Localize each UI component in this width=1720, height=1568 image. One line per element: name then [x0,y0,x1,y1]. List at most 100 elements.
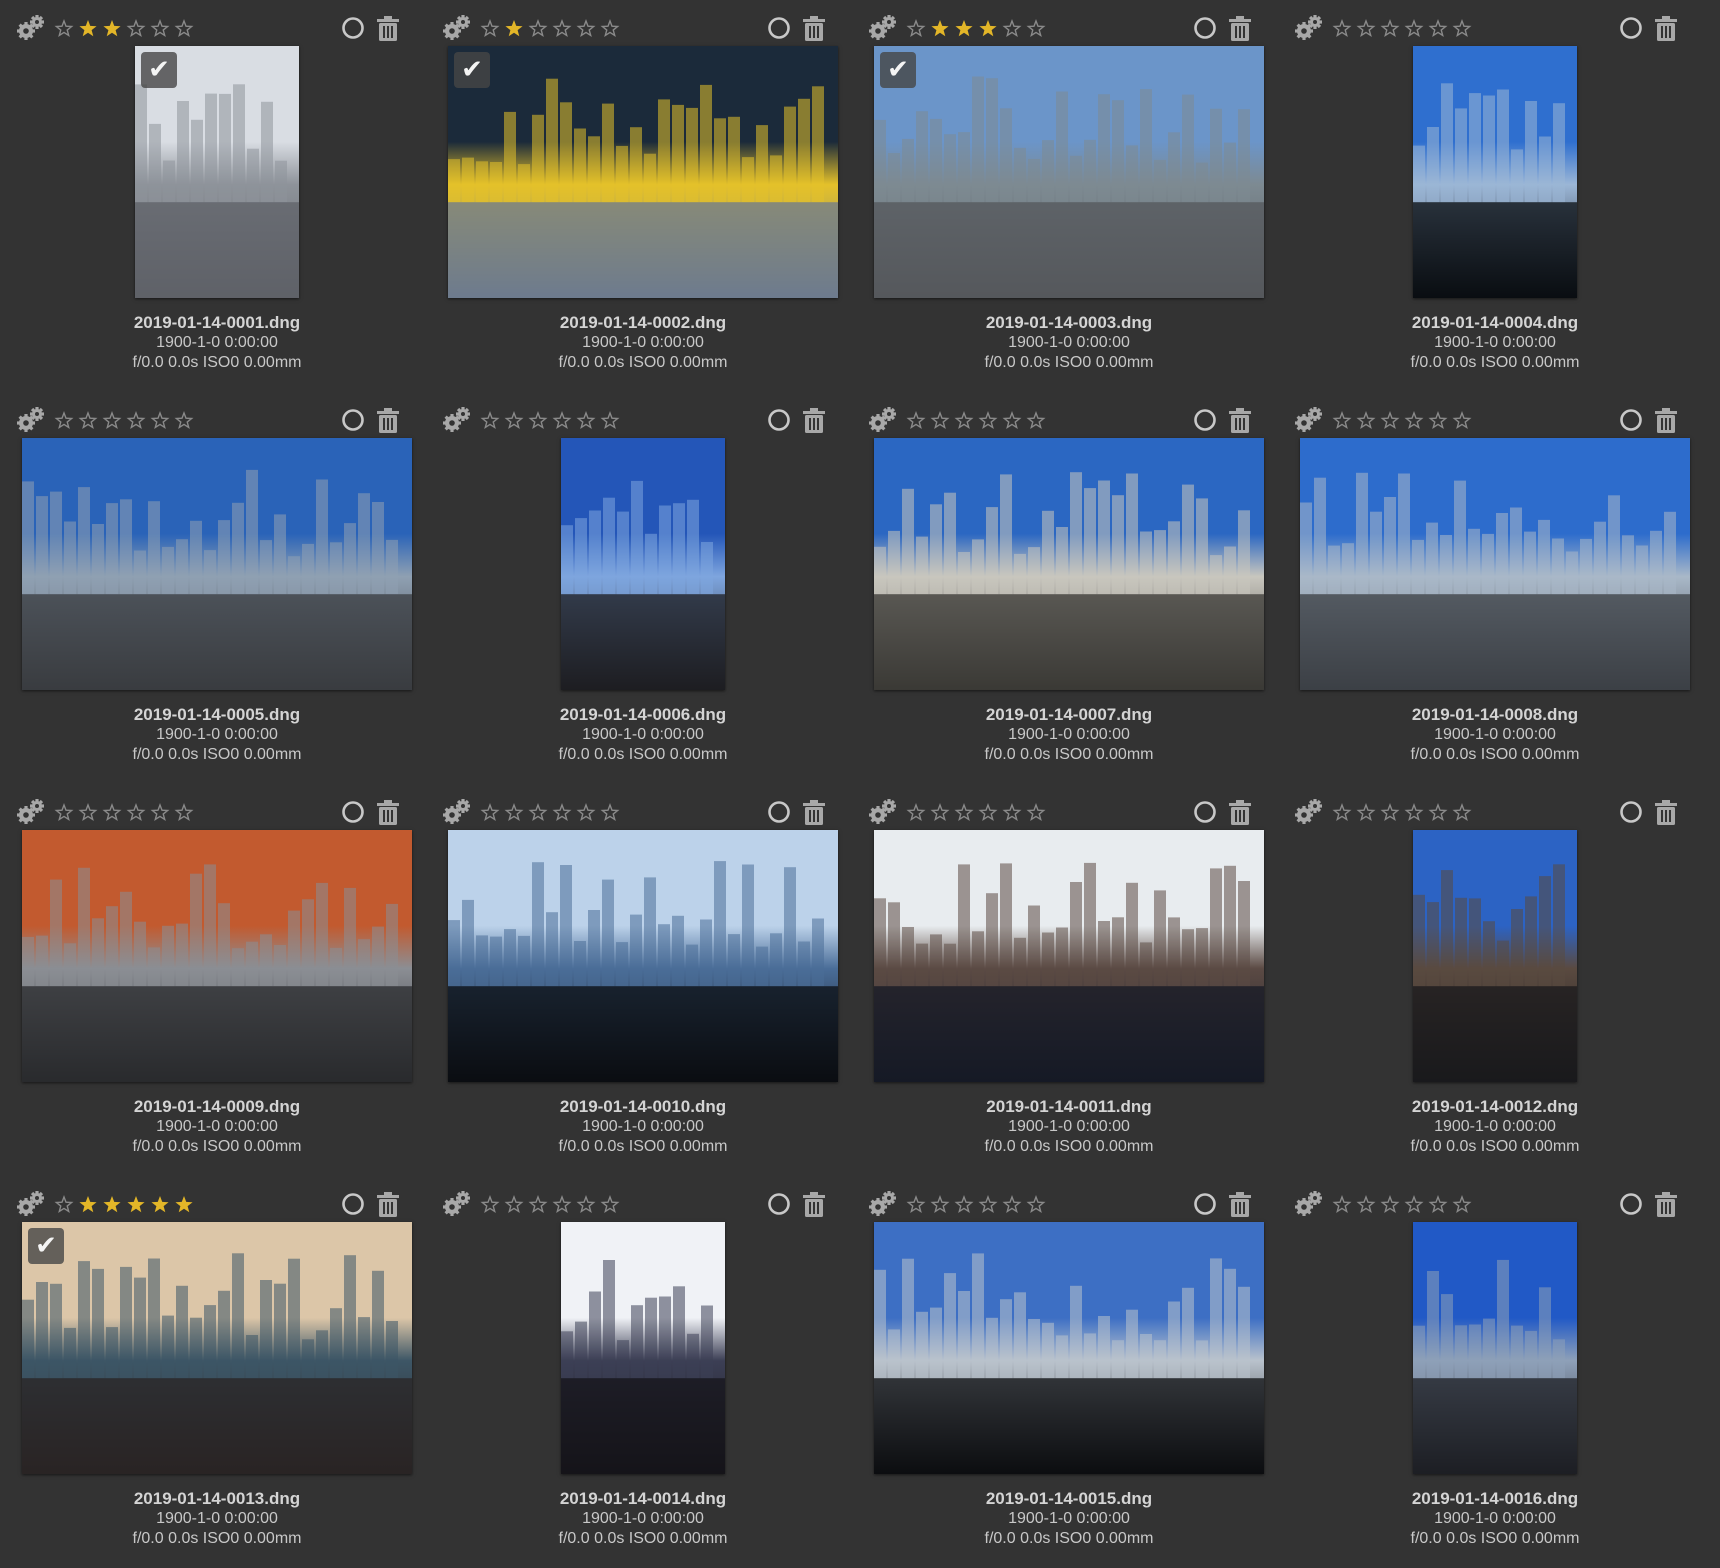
reject-circle-icon[interactable] [1193,800,1217,824]
star-rating[interactable] [52,1192,196,1216]
trash-icon[interactable] [376,14,400,42]
star-icon[interactable] [76,1192,100,1216]
star-icon[interactable] [1354,1192,1378,1216]
gear-icon[interactable] [16,1190,46,1218]
star-icon[interactable] [574,16,598,40]
gear-icon[interactable] [1294,14,1324,42]
gear-icon[interactable] [16,406,46,434]
photo-cell[interactable]: 2019-01-14-0004.dng 1900-1-0 0:00:00 f/0.0… [1282,0,1708,392]
photo-thumbnail[interactable]: ✔ [22,1222,412,1474]
photo-cell[interactable]: 2019-01-14-0011.dng 1900-1-0 0:00:00 f/0.0… [856,784,1282,1176]
checkmark-icon[interactable]: ✔ [141,52,177,88]
gear-icon[interactable] [1294,1190,1324,1218]
star-icon[interactable] [52,1192,76,1216]
star-icon[interactable] [976,800,1000,824]
trash-icon[interactable] [1228,14,1252,42]
reject-circle-icon[interactable] [767,408,791,432]
star-rating[interactable] [52,800,196,824]
trash-icon[interactable] [1228,1190,1252,1218]
photo-cell[interactable]: ✔ 2019-01-14-0001.dng 1900-1-0 0:00:00 f/0.… [4,0,430,392]
gear-icon[interactable] [868,406,898,434]
photo-cell[interactable]: 2019-01-14-0007.dng 1900-1-0 0:00:00 f/0.0… [856,392,1282,784]
star-icon[interactable] [478,408,502,432]
photo-thumbnail[interactable] [1300,438,1690,690]
trash-icon[interactable] [376,798,400,826]
photo-thumbnail[interactable] [448,830,838,1082]
star-icon[interactable] [952,1192,976,1216]
star-icon[interactable] [124,408,148,432]
star-icon[interactable] [1000,16,1024,40]
photo-thumbnail[interactable] [874,830,1264,1082]
photo-thumbnail[interactable] [561,438,725,690]
star-icon[interactable] [1024,800,1048,824]
photo-thumbnail[interactable]: ✔ [448,46,838,298]
trash-icon[interactable] [802,1190,826,1218]
star-rating[interactable] [478,1192,622,1216]
star-icon[interactable] [1402,800,1426,824]
star-icon[interactable] [976,1192,1000,1216]
star-icon[interactable] [1330,1192,1354,1216]
star-icon[interactable] [124,800,148,824]
reject-circle-icon[interactable] [1619,408,1643,432]
photo-cell[interactable]: 2019-01-14-0012.dng 1900-1-0 0:00:00 f/0.0… [1282,784,1708,1176]
photo-thumbnail[interactable] [561,1222,725,1474]
gear-icon[interactable] [1294,406,1324,434]
star-icon[interactable] [928,1192,952,1216]
star-rating[interactable] [52,16,196,40]
star-icon[interactable] [1024,16,1048,40]
star-icon[interactable] [1354,16,1378,40]
star-icon[interactable] [76,16,100,40]
star-icon[interactable] [904,408,928,432]
star-icon[interactable] [148,800,172,824]
star-icon[interactable] [1402,1192,1426,1216]
checkmark-icon[interactable]: ✔ [28,1228,64,1264]
star-icon[interactable] [598,1192,622,1216]
photo-thumbnail[interactable] [1413,1222,1577,1474]
star-icon[interactable] [550,16,574,40]
star-icon[interactable] [928,800,952,824]
star-icon[interactable] [100,1192,124,1216]
photo-thumbnail[interactable]: ✔ [874,46,1264,298]
trash-icon[interactable] [1228,406,1252,434]
star-icon[interactable] [124,16,148,40]
trash-icon[interactable] [802,406,826,434]
photo-cell[interactable]: ✔ 2019-01-14-0013.dng 1900-1-0 0:00:00 f/0.… [4,1176,430,1568]
photo-cell[interactable]: 2019-01-14-0010.dng 1900-1-0 0:00:00 f/0.0… [430,784,856,1176]
star-icon[interactable] [148,1192,172,1216]
photo-cell[interactable]: 2019-01-14-0009.dng 1900-1-0 0:00:00 f/0.0… [4,784,430,1176]
star-icon[interactable] [1450,408,1474,432]
star-rating[interactable] [1330,16,1474,40]
gear-icon[interactable] [16,798,46,826]
star-icon[interactable] [1426,408,1450,432]
star-icon[interactable] [1426,16,1450,40]
trash-icon[interactable] [802,798,826,826]
star-icon[interactable] [172,16,196,40]
photo-cell[interactable]: 2019-01-14-0006.dng 1900-1-0 0:00:00 f/0.0… [430,392,856,784]
photo-thumbnail[interactable] [874,438,1264,690]
reject-circle-icon[interactable] [341,408,365,432]
reject-circle-icon[interactable] [767,1192,791,1216]
star-icon[interactable] [1402,16,1426,40]
star-icon[interactable] [172,408,196,432]
reject-circle-icon[interactable] [341,16,365,40]
star-icon[interactable] [478,16,502,40]
star-icon[interactable] [1000,1192,1024,1216]
trash-icon[interactable] [1654,1190,1678,1218]
star-icon[interactable] [574,408,598,432]
star-icon[interactable] [1024,1192,1048,1216]
trash-icon[interactable] [376,1190,400,1218]
star-icon[interactable] [124,1192,148,1216]
star-icon[interactable] [100,16,124,40]
gear-icon[interactable] [442,1190,472,1218]
star-icon[interactable] [1426,1192,1450,1216]
star-icon[interactable] [1450,16,1474,40]
star-rating[interactable] [904,408,1048,432]
photo-thumbnail[interactable]: ✔ [135,46,299,298]
star-icon[interactable] [550,1192,574,1216]
photo-cell[interactable]: ✔ 2019-01-14-0002.dng 1900-1-0 0:00:00 f/0.… [430,0,856,392]
gear-icon[interactable] [442,406,472,434]
star-icon[interactable] [76,800,100,824]
photo-thumbnail[interactable] [1413,830,1577,1082]
star-icon[interactable] [904,1192,928,1216]
gear-icon[interactable] [16,14,46,42]
